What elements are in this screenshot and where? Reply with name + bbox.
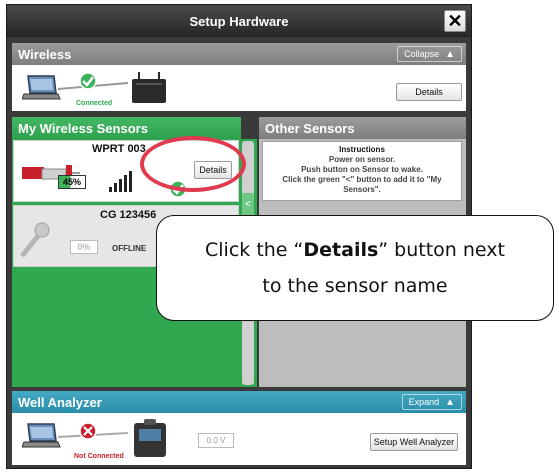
close-icon: ✕ <box>447 11 463 31</box>
triangle-up-icon: ▲ <box>445 48 455 60</box>
callout-line-2: to the sensor name <box>262 275 448 297</box>
collapse-label: Collapse <box>404 49 440 59</box>
my-sensors-header: My Wireless Sensors <box>12 117 241 139</box>
sensor-status: OFFLINE <box>112 244 147 253</box>
close-button[interactable]: ✕ <box>444 10 466 32</box>
error-icon <box>79 422 97 440</box>
setup-well-analyzer-label: Setup Well Analyzer <box>373 437 455 447</box>
callout-text: ” button next <box>378 239 505 261</box>
triangle-up-icon: ▲ <box>445 396 455 408</box>
connection-status: Not Connected <box>74 453 124 460</box>
signal-strength-icon <box>109 171 132 192</box>
laptop-icon <box>22 423 61 448</box>
check-icon <box>79 72 97 90</box>
wireless-details-button[interactable]: Details <box>396 83 462 101</box>
instructions-line: Sensors". <box>343 185 381 194</box>
base-station-icon <box>132 72 166 103</box>
instructions-line: Click the green "<" button to add it to … <box>282 175 442 184</box>
chevron-left-icon: < <box>245 198 251 210</box>
gauge-sensor-icon <box>20 222 50 258</box>
battery-level: 45% <box>58 175 86 189</box>
laptop-icon <box>22 75 61 100</box>
instructions-title: Instructions <box>339 145 385 154</box>
sensor-name: WPRT 003 <box>92 143 146 155</box>
wireless-header: Wireless Collapse ▲ <box>12 43 466 65</box>
setup-well-analyzer-button[interactable]: Setup Well Analyzer <box>370 433 458 451</box>
well-analyzer-body: Not Connected 0.0 V Setup Well Analyzer <box>12 413 466 465</box>
sensor-name: CG 123456 <box>100 209 157 221</box>
wireless-body: Connected Details <box>12 65 466 111</box>
instructions-line: Power on sensor. <box>328 155 396 164</box>
well-analyzer-title: Well Analyzer <box>18 394 102 410</box>
callout-bold-text: Details <box>303 239 379 261</box>
dialog-titlebar: Setup Hardware ✕ <box>7 5 471 37</box>
instruction-callout: Click the “Details” button next to the s… <box>156 215 554 321</box>
collapse-button[interactable]: Collapse ▲ <box>397 46 462 62</box>
my-sensors-title: My Wireless Sensors <box>18 120 148 136</box>
expand-button[interactable]: Expand ▲ <box>401 394 462 410</box>
highlight-ring <box>140 136 246 192</box>
battery-level: 0% <box>70 240 98 254</box>
other-sensors-header: Other Sensors <box>259 117 466 139</box>
wireless-title: Wireless <box>18 46 72 62</box>
add-sensor-tab[interactable]: < <box>242 193 254 215</box>
voltage-value: 0.0 V <box>206 436 226 445</box>
instructions-box: Instructions Power on sensor. Push butto… <box>262 141 462 201</box>
instructions-line: Push button on Sensor to wake. <box>301 165 423 174</box>
expand-label: Expand <box>408 397 440 407</box>
wireless-details-label: Details <box>415 87 443 97</box>
dialog-title: Setup Hardware <box>189 13 289 29</box>
battery-percent: 45% <box>62 177 81 187</box>
connection-status: Connected <box>76 100 113 107</box>
other-sensors-title: Other Sensors <box>265 120 355 136</box>
battery-percent: 0% <box>77 242 91 252</box>
voltage-readout: 0.0 V <box>198 433 234 448</box>
callout-line-1: Click the “Details” button next <box>157 232 553 268</box>
callout-text: Click the “ <box>205 239 304 261</box>
well-analyzer-header: Well Analyzer Expand ▲ <box>12 391 466 413</box>
well-analyzer-device-icon <box>134 419 166 457</box>
